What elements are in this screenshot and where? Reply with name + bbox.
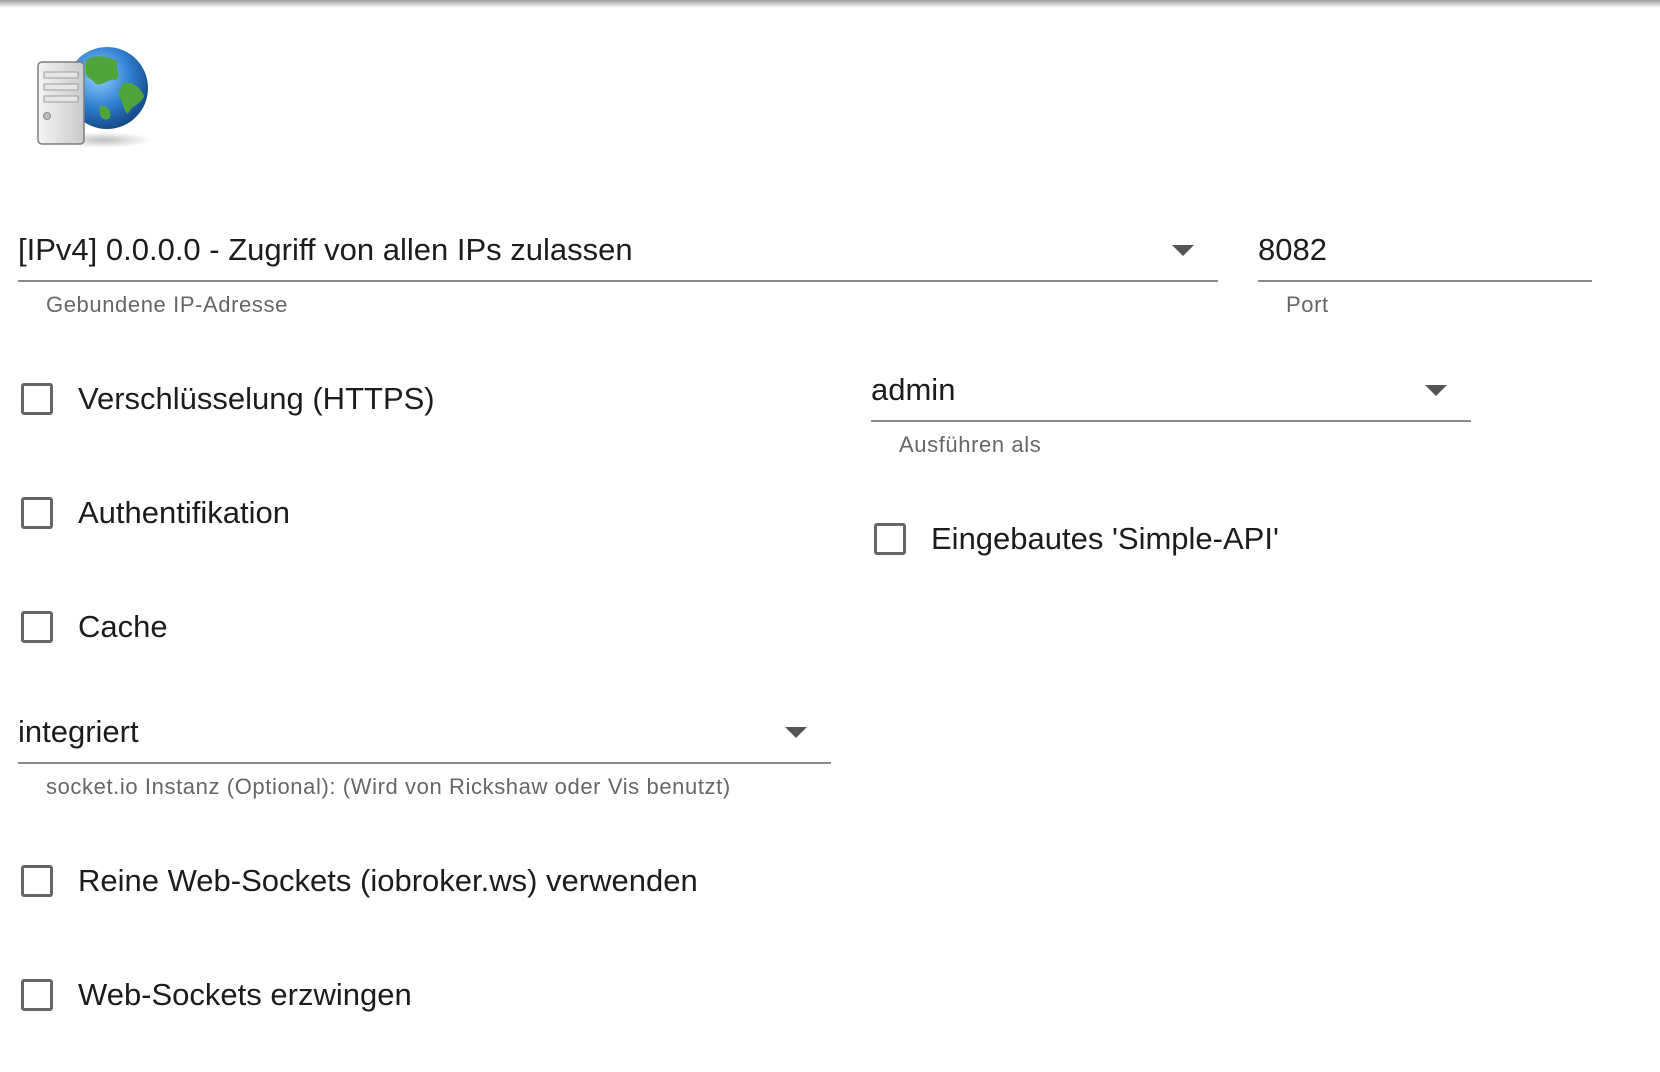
port-value: 8082 xyxy=(1258,232,1327,267)
auth-checkbox-label: Authentifikation xyxy=(78,495,290,530)
pure-ws-checkbox[interactable]: Reine Web-Sockets (iobroker.ws) verwende… xyxy=(18,861,698,901)
run-as-select[interactable]: admin xyxy=(871,350,1471,422)
chevron-down-icon xyxy=(1425,385,1447,396)
https-checkbox-box[interactable] xyxy=(21,383,53,415)
bind-ip-value: [IPv4] 0.0.0.0 - Zugriff von allen IPs z… xyxy=(18,232,633,267)
auth-checkbox[interactable]: Authentifikation xyxy=(18,493,290,533)
https-checkbox-label: Verschlüsselung (HTTPS) xyxy=(78,381,435,416)
pure-ws-checkbox-label: Reine Web-Sockets (iobroker.ws) verwende… xyxy=(78,863,698,898)
pure-ws-checkbox-box[interactable] xyxy=(21,865,53,897)
cache-checkbox[interactable]: Cache xyxy=(18,607,168,647)
bind-ip-select[interactable]: [IPv4] 0.0.0.0 - Zugriff von allen IPs z… xyxy=(18,210,1218,282)
cache-checkbox-box[interactable] xyxy=(21,611,53,643)
simple-api-checkbox-box[interactable] xyxy=(874,523,906,555)
simple-api-checkbox-label: Eingebautes 'Simple-API' xyxy=(931,521,1279,556)
force-ws-checkbox-box[interactable] xyxy=(21,979,53,1011)
port-helper: Port xyxy=(1286,292,1329,317)
cache-checkbox-label: Cache xyxy=(78,609,168,644)
https-checkbox[interactable]: Verschlüsselung (HTTPS) xyxy=(18,379,435,419)
auth-checkbox-box[interactable] xyxy=(21,497,53,529)
bind-ip-helper: Gebundene IP-Adresse xyxy=(46,292,288,317)
server-globe-icon xyxy=(34,44,154,154)
port-input[interactable]: 8082 xyxy=(1258,210,1592,282)
simple-api-checkbox[interactable]: Eingebautes 'Simple-API' xyxy=(871,519,1279,559)
socketio-value: integriert xyxy=(18,714,139,749)
socketio-select[interactable]: integriert xyxy=(18,692,831,764)
socketio-helper: socket.io Instanz (Optional): (Wird von … xyxy=(46,774,731,799)
force-ws-checkbox-label: Web-Sockets erzwingen xyxy=(78,977,412,1012)
run-as-helper: Ausführen als xyxy=(899,432,1042,457)
run-as-value: admin xyxy=(871,372,956,407)
app-bar-shadow xyxy=(0,0,1660,8)
force-ws-checkbox[interactable]: Web-Sockets erzwingen xyxy=(18,975,412,1015)
chevron-down-icon xyxy=(785,727,807,738)
chevron-down-icon xyxy=(1172,245,1194,256)
